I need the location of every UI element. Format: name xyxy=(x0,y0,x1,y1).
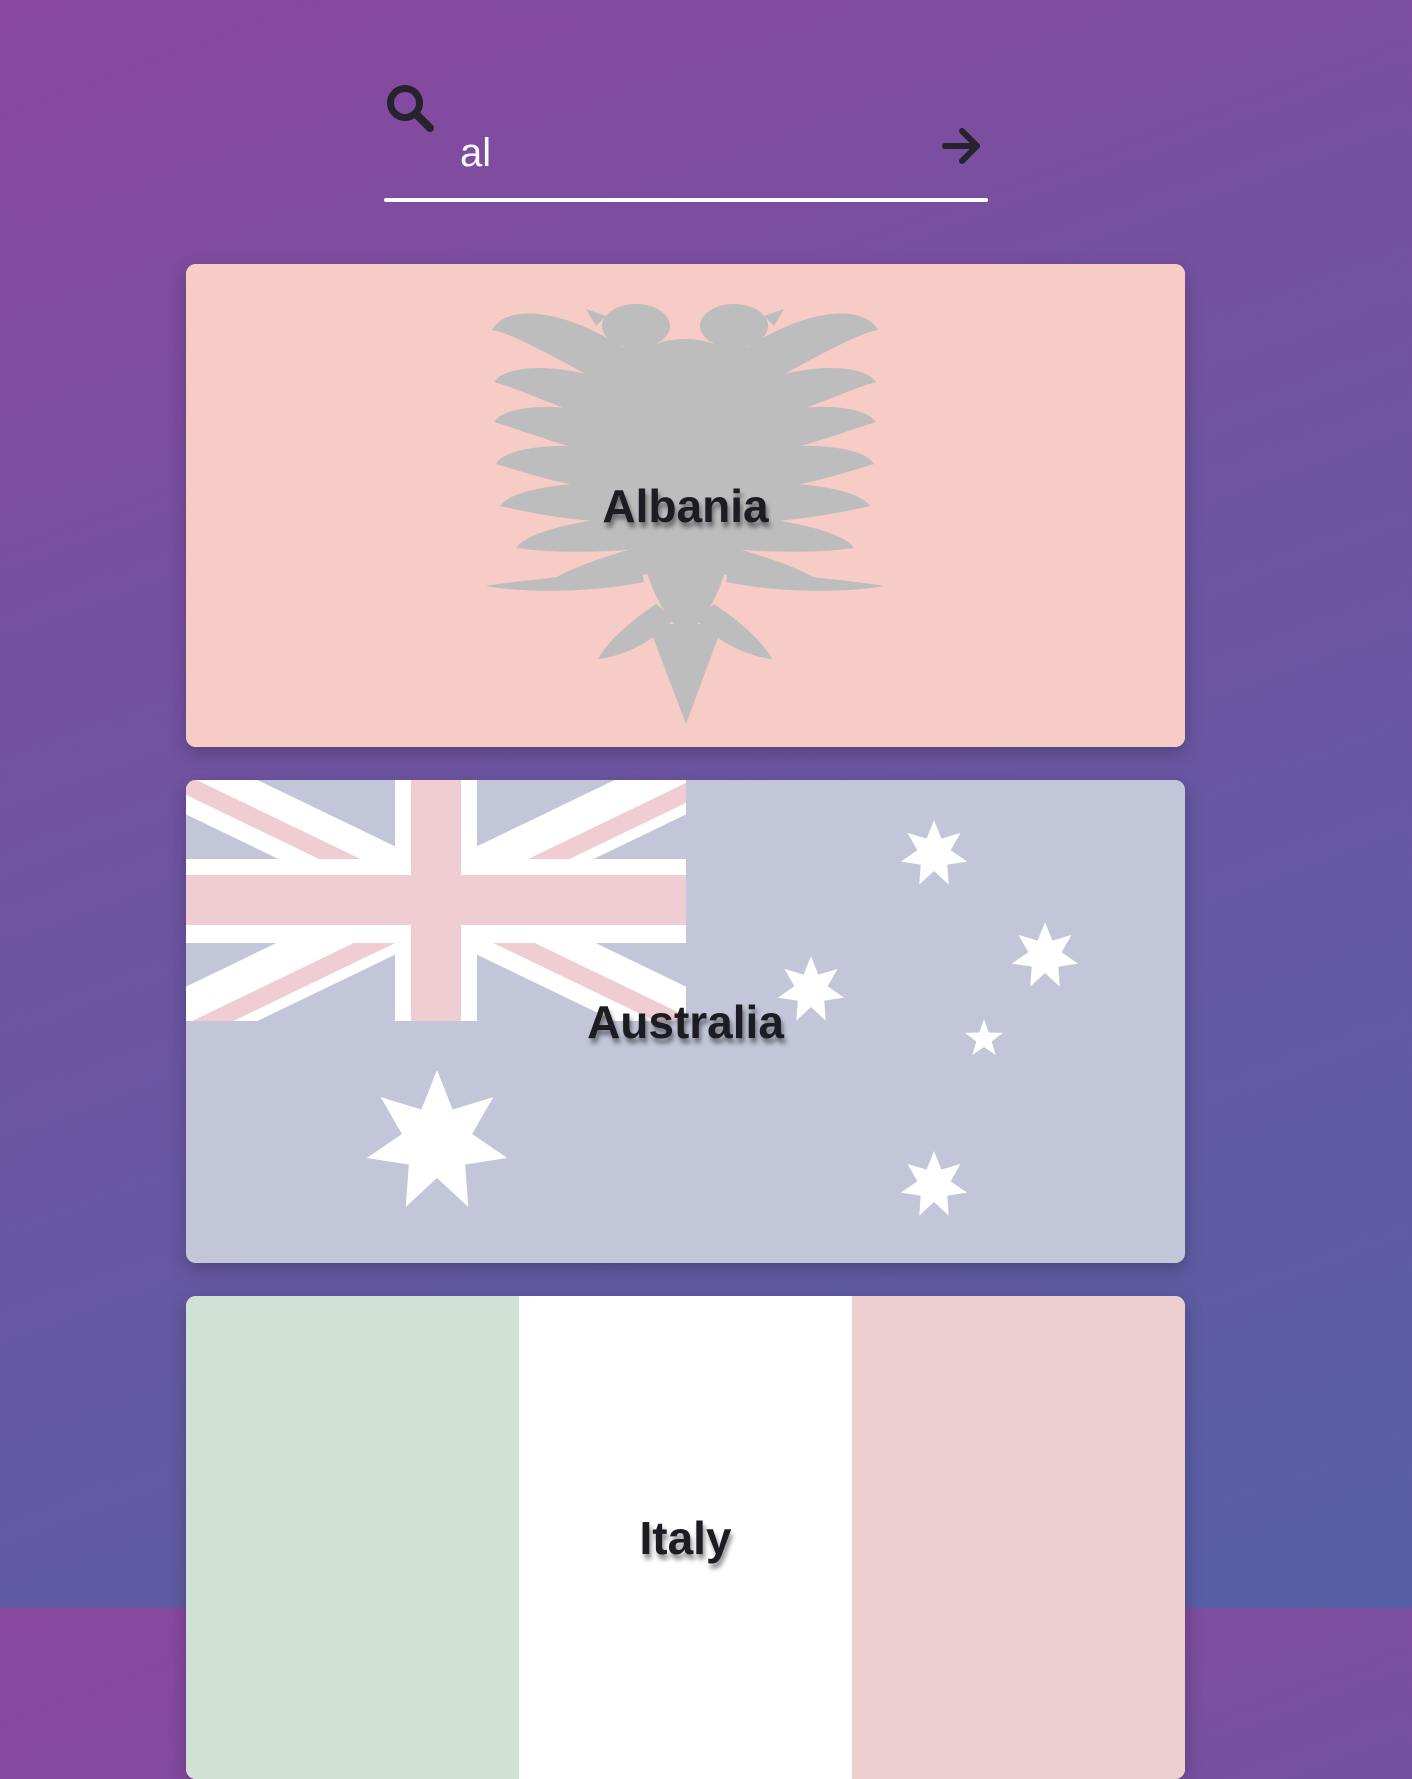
country-card-albania[interactable]: Albania xyxy=(186,264,1185,747)
union-jack-icon xyxy=(186,780,686,1021)
search-submit-button[interactable] xyxy=(940,124,984,168)
search-bar xyxy=(384,78,988,204)
country-card-italy[interactable]: Italy xyxy=(186,1296,1185,1779)
country-name: Australia xyxy=(587,995,784,1048)
search-input[interactable] xyxy=(460,118,900,188)
arrow-right-icon xyxy=(942,128,980,164)
search-underline xyxy=(384,198,988,202)
search-icon xyxy=(387,85,434,132)
country-name: Albania xyxy=(602,479,769,532)
country-name: Italy xyxy=(639,1511,732,1564)
country-card-australia[interactable]: Australia xyxy=(186,780,1185,1263)
